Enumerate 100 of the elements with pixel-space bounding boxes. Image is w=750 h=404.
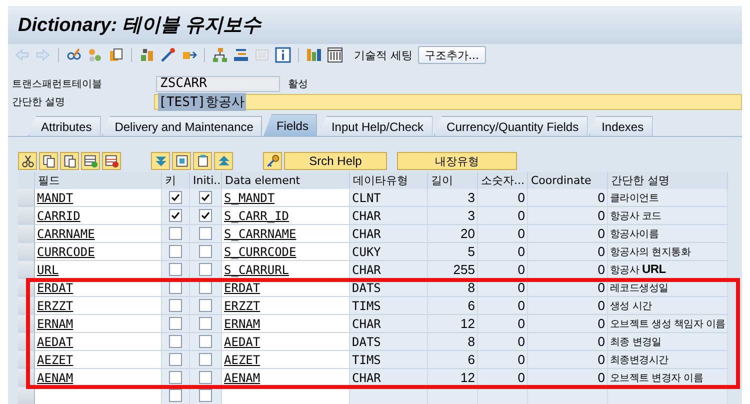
paste-button[interactable] [60,152,79,170]
decimals-text: 0 [518,352,525,367]
scissors-button[interactable] [18,152,37,170]
paste-icon [62,154,76,168]
column-header: Data element [222,172,350,189]
tab[interactable]: Input Help/Check [318,116,433,136]
checkbox[interactable] [169,353,182,366]
length-text: 5 [468,244,475,259]
checkbox[interactable] [169,245,182,258]
checkbox[interactable] [199,245,212,258]
coordinate-text: 0 [598,352,605,367]
decimals-text: 0 [518,226,525,241]
delete-row-button[interactable] [102,152,121,170]
append-structure-button[interactable]: 구조추가... [418,46,486,64]
data-type-text: CHAR [352,226,381,240]
description-text: 항공사 코드 [610,210,662,222]
decimals-text: 0 [518,280,525,295]
checkbox[interactable] [199,263,212,276]
checkbox[interactable] [169,389,182,402]
table-name-field[interactable]: ZSCARR [156,76,280,92]
blocks-icon[interactable] [139,47,155,63]
field-label: 트랜스패런트테이블 [12,78,103,90]
length-text: 6 [468,352,475,367]
description-text: 최종변경시간 [610,354,668,366]
description-text: 오브젝트 생성 책임자 이름 [610,318,726,330]
header-corner-cell [18,172,35,189]
data-type-text: CUKY [352,244,381,258]
coordinate-text: 0 [598,316,605,331]
data-type-text: CHAR [352,208,381,222]
checkbox[interactable] [199,227,212,240]
technical-settings-link[interactable]: 기술적 세팅 [354,48,412,62]
checkbox[interactable] [199,371,212,384]
checkbox[interactable] [199,335,212,348]
tab[interactable]: Attributes [28,116,101,136]
clipboard-button[interactable] [193,152,212,170]
length-text: 12 [460,316,475,331]
data-type-text: CHAR [352,316,381,330]
checkbox[interactable] [199,353,212,366]
bars-icon[interactable] [306,47,322,63]
column-header: 필드 [35,172,162,189]
checkbox[interactable] [199,191,212,204]
checkbox[interactable] [169,191,182,204]
description-field[interactable]: [TEST]항공사 [154,94,742,110]
builtin-type-button[interactable]: 내장유형 [397,152,517,170]
tab[interactable]: Delivery and Maintenance [102,116,262,136]
description-text: 항공사의 현지통화 [610,246,690,258]
columns-icon[interactable] [327,47,343,63]
status-text: 활성 [288,78,308,90]
info-icon[interactable] [275,47,291,63]
coordinate-text: 0 [598,244,605,259]
stack-icon[interactable] [233,47,249,63]
tab[interactable]: Indexes [588,116,653,136]
checkbox[interactable] [169,317,182,330]
checkbox[interactable] [199,389,212,402]
checkbox[interactable] [169,335,182,348]
hierarchy-icon[interactable] [212,47,228,63]
field-link[interactable]: URL [37,262,59,276]
insert-row-button[interactable] [81,152,100,170]
coordinate-text: 0 [598,280,605,295]
row-selector[interactable] [18,387,35,404]
clipboard-icon [196,154,210,168]
length-text: 8 [468,280,475,295]
column-header: 데이타유형 [350,172,428,189]
scissors-icon [20,154,34,168]
checkbox[interactable] [169,371,182,384]
key-button[interactable] [263,152,282,170]
checkbox[interactable] [169,263,182,276]
search-help-button[interactable]: Srch Help [284,152,387,170]
tab[interactable]: Fields [263,114,318,136]
column-header: Coordinate [528,172,608,189]
checkbox[interactable] [199,281,212,294]
decimals-text: 0 [518,370,525,385]
coordinate-text: 0 [598,370,605,385]
checkbox[interactable] [199,317,212,330]
checkbox[interactable] [199,299,212,312]
checkbox[interactable] [169,299,182,312]
length-text: 8 [468,334,475,349]
length-text: 3 [468,208,475,223]
coordinate-text: 0 [598,334,605,349]
description-text: 레코드생성일 [610,282,668,294]
frame-icon [174,154,188,168]
copy-button[interactable] [39,152,58,170]
checkbox[interactable] [169,281,182,294]
decimals-text: 0 [518,244,525,259]
decimals-text: 0 [518,316,525,331]
circles-icon[interactable] [87,47,103,63]
tab[interactable]: Currency/Quantity Fields [434,116,588,136]
frame-button[interactable] [172,152,191,170]
description-text: 항공사 URL [610,262,666,277]
delete-row-icon [104,154,118,168]
insert-row-icon [84,154,98,168]
column-header: 간단한 설명 [608,172,728,189]
length-text: 12 [460,370,475,385]
checkbox[interactable] [169,209,182,222]
checkbox[interactable] [169,227,182,240]
data-type-text: TIMS [352,298,381,312]
row-selector[interactable] [18,261,35,279]
wand-icon[interactable] [160,47,176,63]
documents-icon[interactable] [108,47,124,63]
checkbox[interactable] [199,209,212,222]
